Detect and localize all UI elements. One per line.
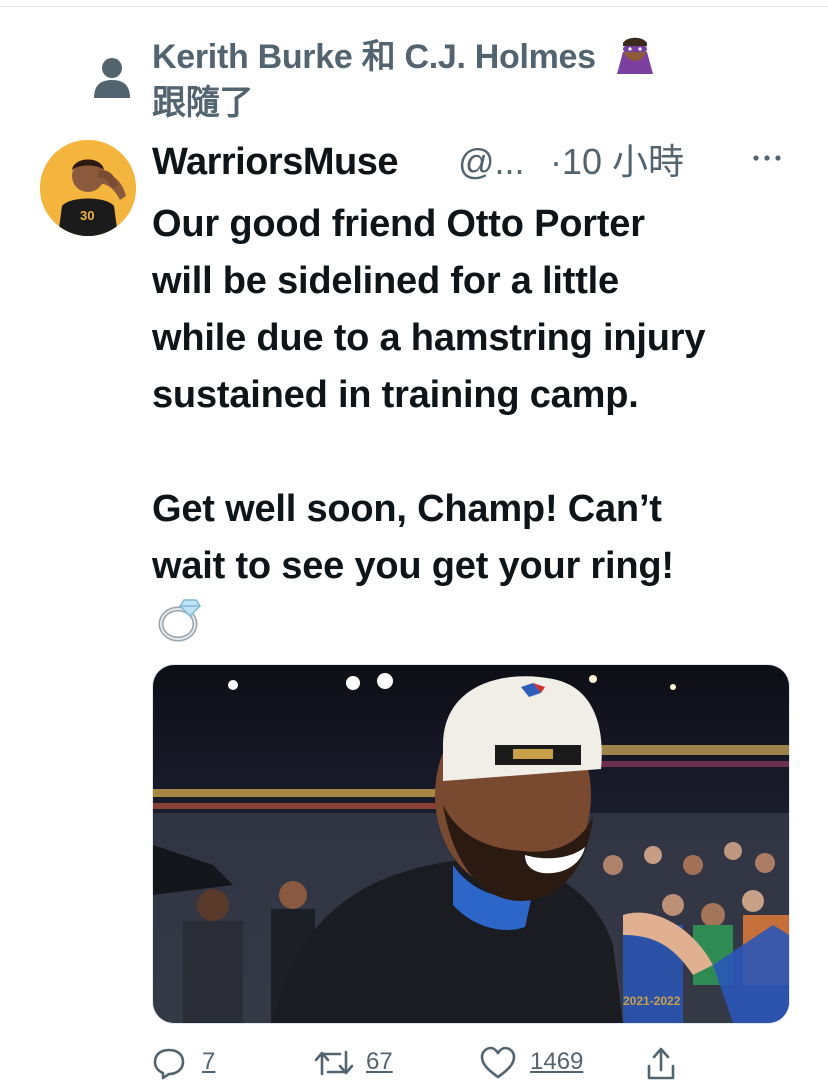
- social-context[interactable]: Kerith Burke 和 C.J. Holmes 跟隨了: [92, 34, 812, 124]
- share-icon: [647, 1047, 675, 1080]
- retweet-icon: [314, 1050, 354, 1076]
- shirt-print: 2021-2022: [623, 994, 681, 1008]
- like-button[interactable]: 1469: [480, 1040, 620, 1090]
- ring-emoji: [158, 599, 201, 642]
- separator-dot: ·: [550, 141, 562, 182]
- like-count[interactable]: 1469: [530, 1048, 583, 1076]
- photo-player-celebrating: 2021-2022: [153, 665, 789, 1023]
- followed-label: 跟隨了: [152, 84, 254, 122]
- superhero-emoji: [616, 37, 653, 74]
- social-context-names: Kerith Burke 和 C.J. Holmes: [152, 38, 596, 76]
- person-icon: [94, 58, 130, 98]
- heart-icon: [480, 1046, 516, 1079]
- tweet-text: Our good friend Otto Porter will be side…: [152, 203, 706, 587]
- reply-button[interactable]: 7: [152, 1040, 232, 1090]
- retweet-count[interactable]: 67: [366, 1048, 393, 1076]
- tweet-photo[interactable]: 2021-2022: [152, 664, 790, 1024]
- top-divider: [0, 0, 828, 7]
- social-context-text: Kerith Burke 和 C.J. Holmes 跟隨了: [152, 34, 657, 126]
- svg-text:30: 30: [80, 208, 94, 223]
- author-name[interactable]: WarriorsMuse: [152, 138, 399, 186]
- reply-count[interactable]: 7: [202, 1048, 215, 1076]
- tweet-header: WarriorsMuse @... · 10 小時: [152, 138, 792, 188]
- author-handle[interactable]: @...: [458, 138, 525, 186]
- tweet-actions: 7 67 1469: [152, 1040, 792, 1090]
- avatar-illustration: 30: [40, 140, 136, 236]
- author-avatar[interactable]: 30: [40, 140, 136, 236]
- retweet-button[interactable]: 67: [314, 1040, 424, 1090]
- share-button[interactable]: [646, 1040, 686, 1090]
- tweet-timestamp[interactable]: 10 小時: [562, 138, 684, 186]
- reply-icon: [153, 1048, 185, 1080]
- more-icon[interactable]: [750, 148, 784, 168]
